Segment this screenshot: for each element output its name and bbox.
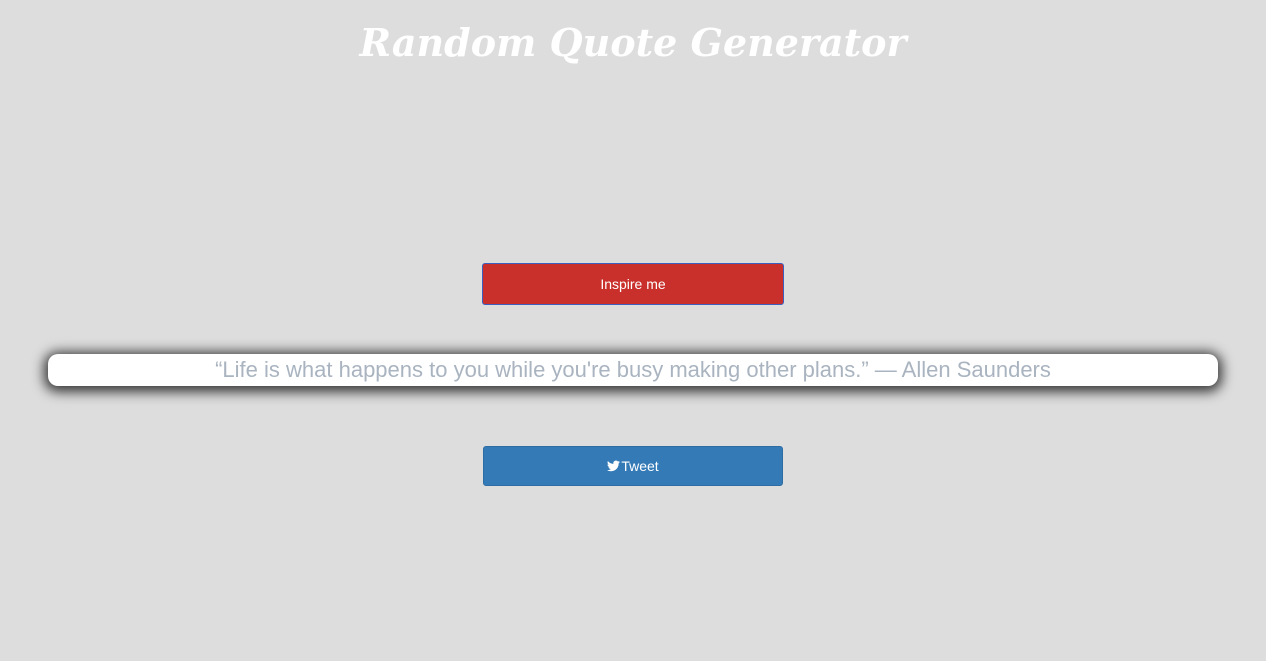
quote-card: “Life is what happens to you while you'r… (48, 354, 1218, 386)
quote-text: “Life is what happens to you while you'r… (215, 357, 1051, 382)
tweet-button-label: Tweet (621, 458, 659, 474)
twitter-bird-icon (607, 460, 621, 472)
tweet-button[interactable]: Tweet (483, 446, 783, 486)
page-title: Random Quote Generator (359, 20, 907, 65)
inspire-me-button[interactable]: Inspire me (482, 263, 784, 305)
